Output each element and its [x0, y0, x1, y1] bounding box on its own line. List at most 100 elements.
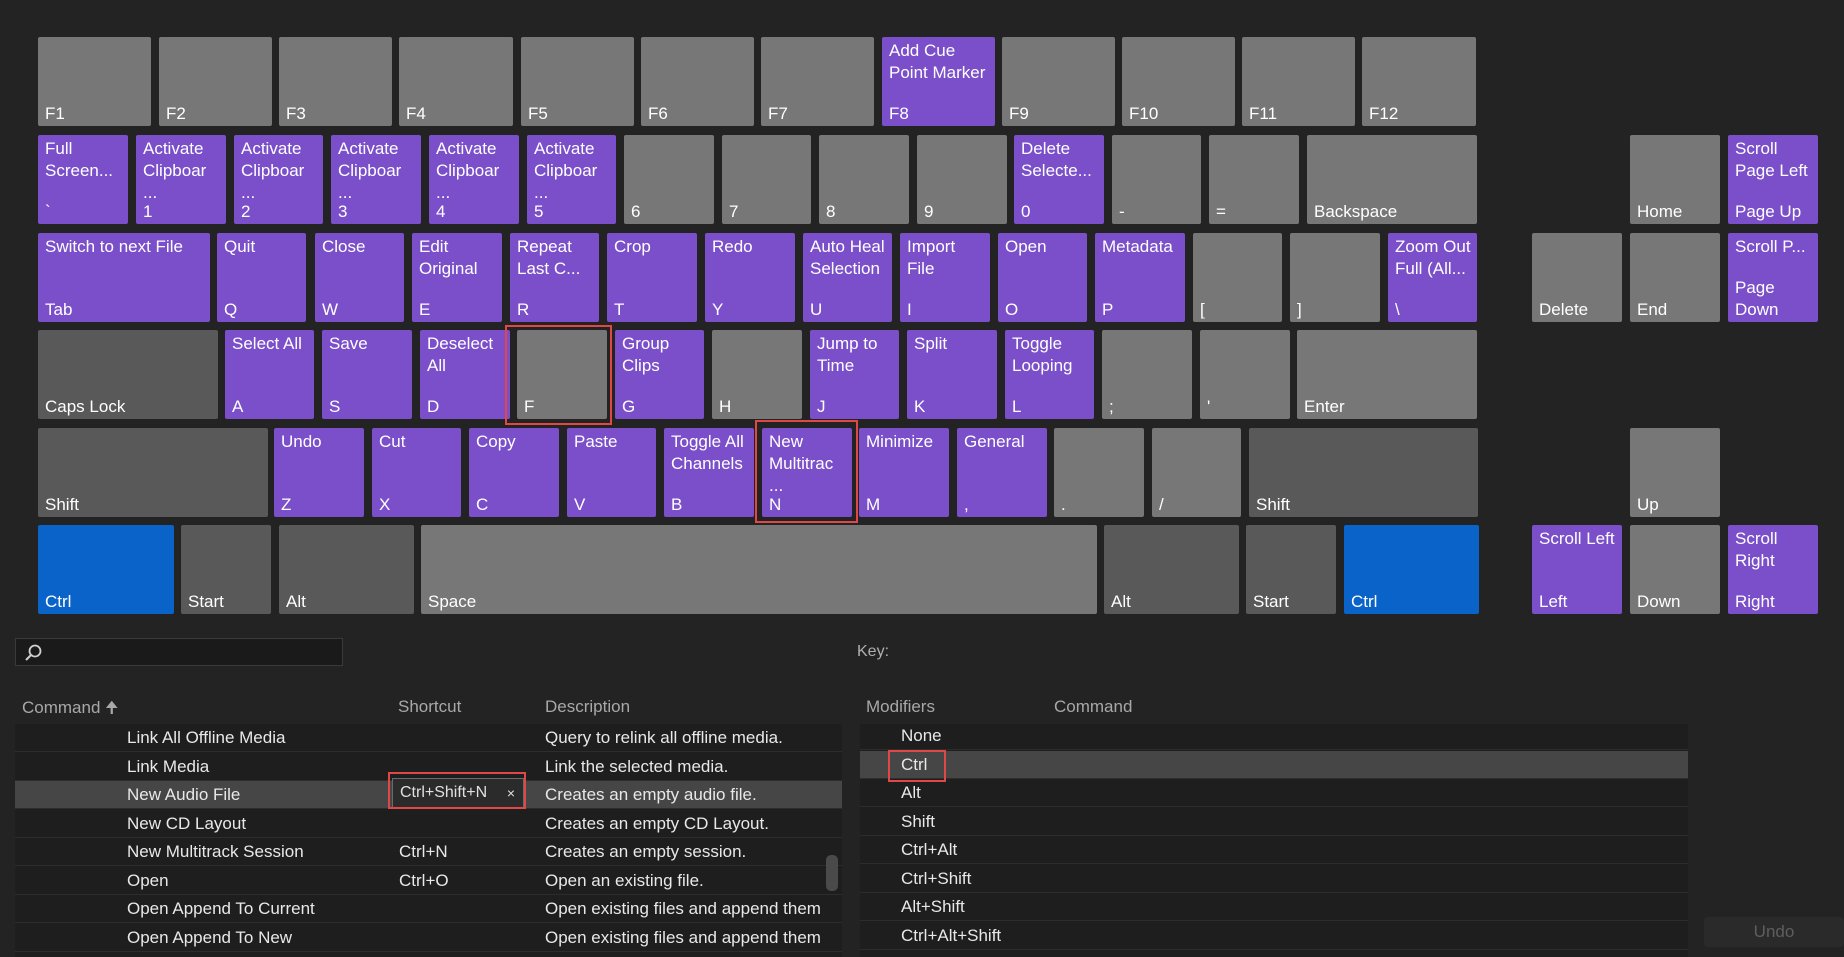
key-1[interactable]: Activate Clipboar ... 1 [136, 135, 226, 224]
key-sym8[interactable]: General, [957, 428, 1047, 517]
key-f5[interactable]: F5 [521, 37, 634, 126]
command-table-scrollbar[interactable] [826, 855, 838, 891]
key-f2[interactable]: F2 [159, 37, 272, 126]
key-up[interactable]: Up [1630, 428, 1720, 517]
key-delete[interactable]: Delete [1532, 233, 1622, 322]
key-r[interactable]: Repeat Last C... R [510, 233, 599, 322]
key-alt[interactable]: Alt [1104, 525, 1239, 614]
key-f12[interactable]: F12 [1362, 37, 1476, 126]
key-9[interactable]: 9 [917, 135, 1007, 224]
key-3[interactable]: Activate Clipboar ... 3 [331, 135, 421, 224]
key-f[interactable]: F [517, 330, 607, 419]
key-l[interactable]: Toggle Looping L [1005, 330, 1094, 419]
key-start[interactable]: Start [1246, 525, 1336, 614]
key-o[interactable]: Open O [998, 233, 1087, 322]
key-sym11[interactable]: [ [1193, 233, 1282, 322]
search-input[interactable] [15, 638, 343, 666]
key-left[interactable]: Scroll Left Left [1532, 525, 1622, 614]
key-k[interactable]: Split K [907, 330, 997, 419]
table-row[interactable]: New CD Layout Creates an empty CD Layout. [15, 810, 842, 838]
key-f9[interactable]: F9 [1002, 37, 1115, 126]
key-shift[interactable]: Shift [1249, 428, 1478, 517]
key-space[interactable]: Space [421, 525, 1097, 614]
key-v[interactable]: Paste V [567, 428, 656, 517]
remove-shortcut-icon[interactable]: × [507, 785, 515, 801]
key-t[interactable]: Crop T [607, 233, 697, 322]
header-command[interactable]: Command 🠉 [22, 697, 118, 724]
key-5[interactable]: Activate Clipboar ... 5 [527, 135, 616, 224]
key-ctrl[interactable]: Ctrl [1344, 525, 1479, 614]
header-description[interactable]: Description [545, 697, 630, 717]
key-w[interactable]: Close W [315, 233, 404, 322]
table-row[interactable]: Open Append To New Open existing files an… [15, 924, 842, 952]
key-sym10[interactable]: / [1152, 428, 1241, 517]
modifier-row[interactable]: Alt [860, 779, 1688, 807]
key-6[interactable]: 6 [624, 135, 714, 224]
key-h[interactable]: H [712, 330, 802, 419]
key-caps-lock[interactable]: Caps Lock [38, 330, 218, 419]
key-sym11[interactable]: ' [1200, 330, 1290, 419]
key-a[interactable]: Select All A [225, 330, 314, 419]
key-shift[interactable]: Shift [38, 428, 268, 517]
key-f10[interactable]: F10 [1122, 37, 1235, 126]
key-n[interactable]: New Multitrac ... N [762, 428, 852, 517]
key-4[interactable]: Activate Clipboar ... 4 [429, 135, 519, 224]
key-down[interactable]: Down [1630, 525, 1720, 614]
key-enter[interactable]: Enter [1297, 330, 1477, 419]
key-sym11[interactable]: - [1112, 135, 1201, 224]
key-j[interactable]: Jump to Time J [810, 330, 899, 419]
key-q[interactable]: Quit Q [217, 233, 306, 322]
key-e[interactable]: Edit Original E [412, 233, 502, 322]
modifier-row[interactable]: Ctrl+Alt+Shift [860, 922, 1688, 950]
key-i[interactable]: Import File I [900, 233, 990, 322]
key-x[interactable]: Cut X [372, 428, 461, 517]
key-sym0[interactable]: Full Screen... ` [38, 135, 128, 224]
modifier-row[interactable]: Ctrl+Alt [860, 836, 1688, 864]
key-sym12[interactable]: ] [1290, 233, 1380, 322]
key-f1[interactable]: F1 [38, 37, 151, 126]
key-z[interactable]: Undo Z [274, 428, 364, 517]
key-page-down[interactable]: Scroll P... Page Down [1728, 233, 1818, 322]
key-g[interactable]: Group Clips G [615, 330, 704, 419]
key-alt[interactable]: Alt [279, 525, 414, 614]
key-d[interactable]: Deselect All D [420, 330, 510, 419]
shortcut-edit-field[interactable]: Ctrl+Shift+N × [392, 778, 524, 808]
table-row[interactable]: Link All Offline Media Query to relink al… [15, 724, 842, 752]
modifier-row[interactable]: Ctrl [860, 750, 1688, 779]
key-sym12[interactable]: = [1209, 135, 1299, 224]
header-mod-command[interactable]: Command [1054, 697, 1132, 717]
key-f4[interactable]: F4 [399, 37, 513, 126]
table-row[interactable]: Link Media Link the selected media. [15, 753, 842, 781]
key-2[interactable]: Activate Clipboar ... 2 [234, 135, 323, 224]
key-s[interactable]: Save S [322, 330, 412, 419]
key-backspace[interactable]: Backspace [1307, 135, 1477, 224]
key-right[interactable]: Scroll Right Right [1728, 525, 1818, 614]
key-f7[interactable]: F7 [761, 37, 874, 126]
key-f11[interactable]: F11 [1242, 37, 1355, 126]
header-shortcut[interactable]: Shortcut [398, 697, 461, 717]
modifier-row[interactable]: Alt+Shift [860, 893, 1688, 921]
key-u[interactable]: Auto Heal Selection U [803, 233, 892, 322]
key-end[interactable]: End [1630, 233, 1720, 322]
key-f8[interactable]: Add Cue Point Marker F8 [882, 37, 995, 126]
header-modifiers[interactable]: Modifiers [866, 697, 935, 717]
key-page-up[interactable]: Scroll Page Left Page Up [1728, 135, 1818, 224]
key-p[interactable]: Metadata P [1095, 233, 1185, 322]
key-0[interactable]: Delete Selecte... 0 [1014, 135, 1104, 224]
key-sym13[interactable]: Zoom Out Full (All... \ [1388, 233, 1477, 322]
modifier-row[interactable]: Shift [860, 808, 1688, 836]
key-b[interactable]: Toggle All Channels B [664, 428, 754, 517]
key-ctrl[interactable]: Ctrl [38, 525, 174, 614]
table-row[interactable]: New Multitrack Session Ctrl+N Creates an e… [15, 838, 842, 866]
key-f3[interactable]: F3 [279, 37, 392, 126]
key-sym10[interactable]: ; [1102, 330, 1192, 419]
undo-button[interactable]: Undo [1704, 917, 1844, 947]
key-f6[interactable]: F6 [641, 37, 754, 126]
key-start[interactable]: Start [181, 525, 271, 614]
key-8[interactable]: 8 [819, 135, 909, 224]
key-m[interactable]: Minimize M [859, 428, 949, 517]
key-y[interactable]: Redo Y [705, 233, 795, 322]
modifier-row[interactable]: Ctrl+Shift [860, 865, 1688, 893]
key-c[interactable]: Copy C [469, 428, 559, 517]
key-tab[interactable]: Switch to next File Tab [38, 233, 210, 322]
